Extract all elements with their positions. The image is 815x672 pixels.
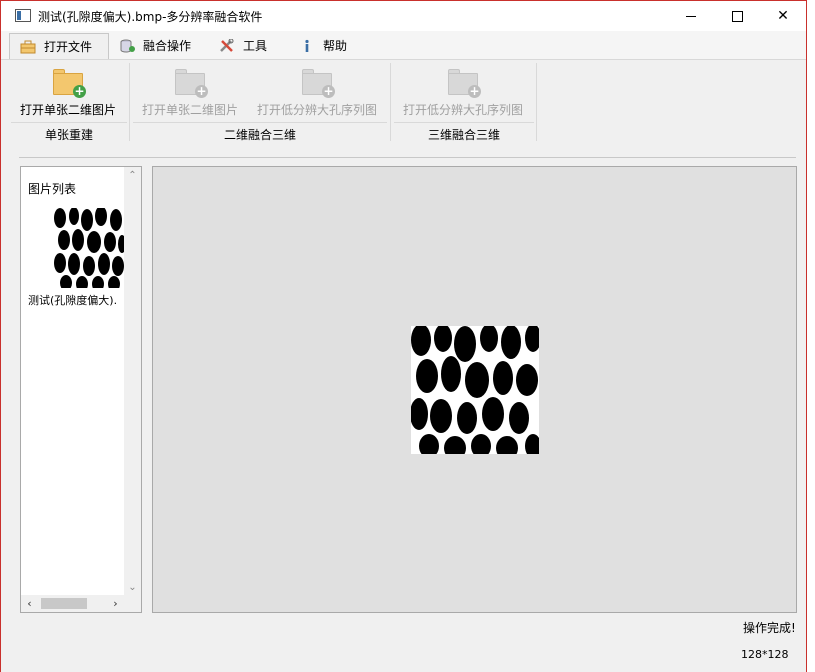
vertical-scrollbar[interactable]: ⌃ ⌄ xyxy=(124,167,141,596)
open-single-image-button[interactable]: + 打开单张二维图片 xyxy=(19,69,117,118)
ribbon-tab-bar: 打开文件 融合操作 工具 帮助 xyxy=(1,31,806,60)
scroll-up-icon[interactable]: ⌃ xyxy=(124,167,141,184)
tab-open-file[interactable]: 打开文件 xyxy=(9,33,109,59)
group-divider xyxy=(133,122,387,123)
open-single-2d-image-button[interactable]: + 打开单张二维图片 xyxy=(141,69,239,118)
scrollbar-corner xyxy=(124,595,141,612)
close-button[interactable]: ✕ xyxy=(760,1,806,31)
group-label-2d-to-3d: 二维融合三维 xyxy=(223,128,296,142)
divider xyxy=(19,157,796,158)
scroll-right-icon[interactable]: › xyxy=(107,595,124,612)
status-message: 操作完成! xyxy=(743,621,796,635)
minimize-button[interactable] xyxy=(668,1,714,31)
open-low-res-sequence-button[interactable]: + 打开低分辨大孔序列图 xyxy=(256,69,378,118)
button-label: 打开单张二维图片 xyxy=(141,103,238,117)
folder-add-icon: + xyxy=(53,69,86,98)
database-icon xyxy=(120,39,135,52)
folder-add-icon: + xyxy=(175,69,208,98)
minimize-icon xyxy=(686,15,696,17)
image-list-panel[interactable]: 图片列表 测试(孔隙度偏大). ⌃ ⌄ ‹ › xyxy=(20,166,142,613)
tab-tools[interactable]: 工具 xyxy=(219,33,267,59)
group-separator xyxy=(129,63,130,141)
background-strip xyxy=(807,0,815,672)
image-thumbnail[interactable] xyxy=(54,208,124,288)
button-label: 打开低分辨大孔序列图 xyxy=(402,103,523,117)
scroll-left-icon[interactable]: ‹ xyxy=(21,595,38,612)
app-window: 测试(孔隙度偏大).bmp-多分辨率融合软件 ✕ 打开文件 融合操作 工具 帮助… xyxy=(0,0,807,672)
group-label-3d-to-3d: 三维融合三维 xyxy=(427,128,500,142)
group-separator xyxy=(536,63,537,141)
open-low-res-sequence-3d-button[interactable]: + 打开低分辨大孔序列图 xyxy=(402,69,524,118)
folder-add-icon: + xyxy=(448,69,481,98)
group-divider xyxy=(11,122,127,123)
thumbnail-caption[interactable]: 测试(孔隙度偏大). xyxy=(28,292,117,308)
folder-add-icon: + xyxy=(302,69,335,98)
app-icon xyxy=(15,9,31,22)
group-label-single-rebuild: 单张重建 xyxy=(44,128,93,142)
button-label: 打开单张二维图片 xyxy=(19,103,116,117)
image-size-label: 128*128 xyxy=(741,648,789,661)
title-bar: 测试(孔隙度偏大).bmp-多分辨率融合软件 ✕ xyxy=(1,1,806,31)
tab-label: 帮助 xyxy=(323,39,348,53)
horizontal-scrollbar[interactable]: ‹ › xyxy=(21,595,124,612)
scroll-down-icon[interactable]: ⌄ xyxy=(124,579,141,596)
button-label: 打开低分辨大孔序列图 xyxy=(256,103,377,117)
image-list-title: 图片列表 xyxy=(28,182,77,196)
group-divider xyxy=(394,122,534,123)
main-image xyxy=(411,326,539,454)
group-separator xyxy=(390,63,391,141)
tab-fusion[interactable]: 融合操作 xyxy=(119,33,191,59)
ribbon-panel: + 打开单张二维图片 单张重建 + 打开单张二维图片 + 打开低分辨大孔序列图 … xyxy=(1,59,806,145)
maximize-icon xyxy=(731,10,743,22)
tab-label: 融合操作 xyxy=(143,39,192,53)
briefcase-icon xyxy=(20,40,36,53)
scroll-thumb[interactable] xyxy=(41,598,87,609)
tools-icon xyxy=(220,38,234,52)
maximize-button[interactable] xyxy=(714,1,760,31)
tab-label: 工具 xyxy=(243,39,268,53)
tab-help[interactable]: 帮助 xyxy=(299,33,347,59)
info-icon xyxy=(305,39,309,52)
window-title: 测试(孔隙度偏大).bmp-多分辨率融合软件 xyxy=(38,10,263,24)
image-viewer[interactable] xyxy=(152,166,797,613)
tab-label: 打开文件 xyxy=(44,40,93,54)
